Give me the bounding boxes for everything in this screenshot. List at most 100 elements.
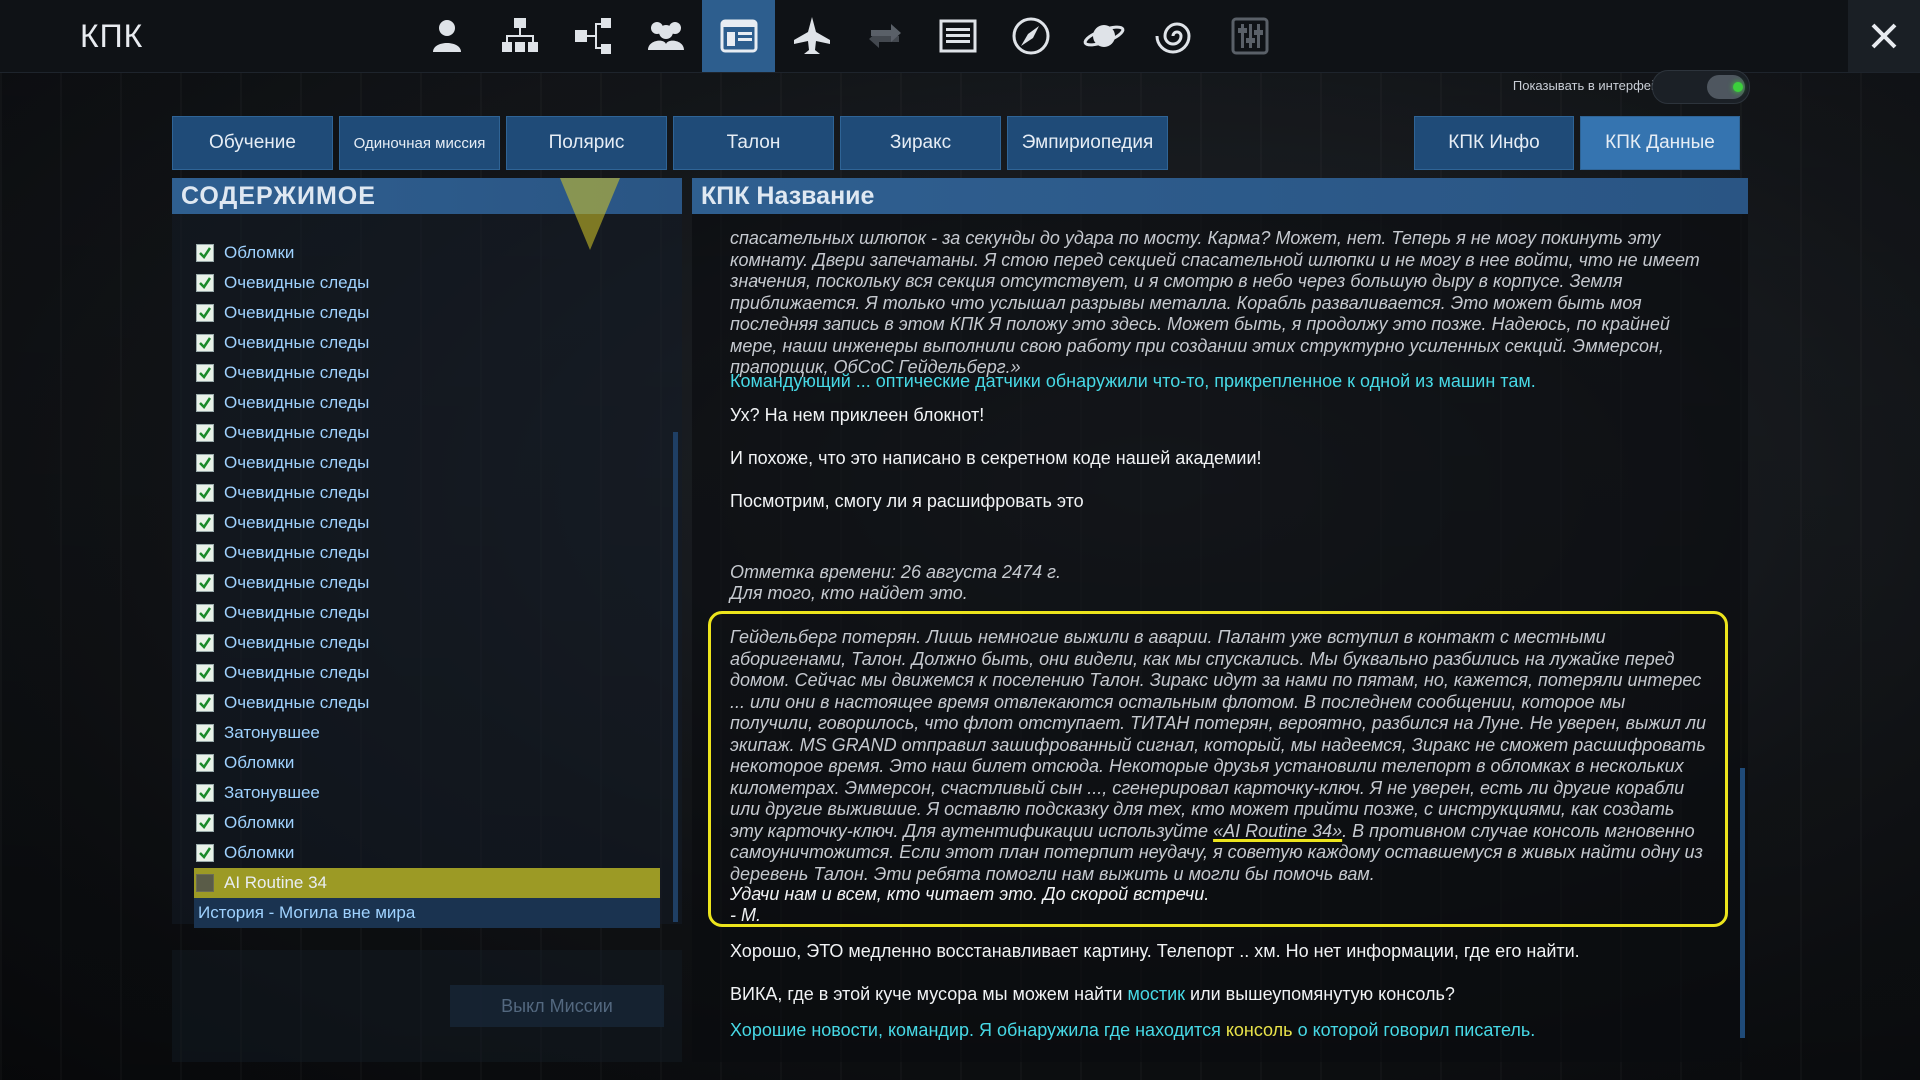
checkbox[interactable] — [196, 634, 214, 652]
pda-paragraph-3: Ух? На нем приклеен блокнот! — [730, 405, 985, 425]
tab-single-mission[interactable]: Одиночная миссия — [339, 116, 500, 170]
network-icon[interactable] — [556, 0, 629, 72]
list-item[interactable]: Очевидные следы — [196, 448, 660, 478]
toggle-on-indicator — [1733, 82, 1743, 92]
list-item[interactable]: Очевидные следы — [196, 298, 660, 328]
checkbox[interactable] — [196, 394, 214, 412]
pda-paragraph-10: Хорошо, ЭТО медленно восстанавливает кар… — [730, 941, 1580, 961]
pda-content-scrollbar[interactable] — [1740, 768, 1745, 1038]
list-item[interactable]: Обломки — [196, 808, 660, 838]
list-item[interactable]: Очевидные следы — [196, 478, 660, 508]
list-item-label: Очевидные следы — [224, 693, 370, 712]
tab-empyriopedia[interactable]: Эмпириопедия — [1007, 116, 1168, 170]
pda-paragraph-11: ВИКА, где в этой куче мусора мы можем на… — [730, 984, 1710, 1006]
list-item[interactable]: Очевидные следы — [196, 688, 660, 718]
mission-off-button[interactable]: Выкл Миссии — [450, 985, 664, 1027]
list-item[interactable]: Очевидные следы — [196, 418, 660, 448]
pda-dedication: Для того, кто найдет это. — [730, 583, 968, 603]
checkbox[interactable] — [196, 784, 214, 802]
console-link[interactable]: консоль — [1226, 1020, 1293, 1040]
hierarchy-icon[interactable] — [483, 0, 556, 72]
pda-view-tabs: КПК Инфо КПК Данные — [1414, 116, 1740, 170]
checkbox[interactable] — [196, 754, 214, 772]
tab-polaris[interactable]: Полярис — [506, 116, 667, 170]
list-item[interactable]: Очевидные следы — [196, 508, 660, 538]
checkbox[interactable] — [196, 484, 214, 502]
profile-icon[interactable] — [410, 0, 483, 72]
checkbox[interactable] — [196, 424, 214, 442]
crew-icon[interactable] — [629, 0, 702, 72]
pda-title: КПК Название — [692, 178, 1748, 214]
top-bar: КПК — [0, 0, 1920, 73]
checkbox[interactable] — [196, 544, 214, 562]
list-item-selected[interactable]: AI Routine 34 — [194, 868, 660, 898]
checkbox[interactable] — [196, 664, 214, 682]
list-item-label: Обломки — [224, 843, 295, 862]
contents-list: Обломки Очевидные следы Очевидные следы Оче… — [194, 238, 660, 928]
list-item-label: Очевидные следы — [224, 303, 370, 322]
ship-icon[interactable] — [775, 0, 848, 72]
checkbox[interactable] — [196, 244, 214, 262]
list-item[interactable]: Затонувшее — [196, 718, 660, 748]
list-icon[interactable] — [921, 0, 994, 72]
planet-icon[interactable] — [1067, 0, 1140, 72]
checkbox[interactable] — [196, 364, 214, 382]
list-item[interactable]: Очевидные следы — [196, 658, 660, 688]
list-item[interactable]: Очевидные следы — [196, 628, 660, 658]
list-item-label: Очевидные следы — [224, 273, 370, 292]
list-item-label: Затонувшее — [224, 783, 320, 802]
pda-browser-icon[interactable] — [702, 0, 775, 72]
checkbox[interactable] — [196, 844, 214, 862]
show-in-interface-toggle[interactable] — [1652, 70, 1750, 104]
story-item-label: История - Могила вне мира — [198, 903, 416, 922]
list-item-label: Очевидные следы — [224, 603, 370, 622]
contents-scrollbar[interactable] — [673, 432, 678, 922]
checkbox[interactable] — [196, 514, 214, 532]
list-item-label: Очевидные следы — [224, 633, 370, 652]
list-item[interactable]: Очевидные следы — [196, 538, 660, 568]
list-item[interactable]: Очевидные следы — [196, 358, 660, 388]
checkbox[interactable] — [196, 274, 214, 292]
app-title: КПК — [80, 18, 144, 54]
checkbox[interactable] — [196, 604, 214, 622]
list-item[interactable]: Очевидные следы — [196, 598, 660, 628]
highlight-box — [708, 611, 1728, 927]
list-item[interactable]: Очевидные следы — [196, 568, 660, 598]
list-item-label: Очевидные следы — [224, 333, 370, 352]
list-item[interactable]: Обломки — [196, 238, 660, 268]
checkbox[interactable] — [196, 334, 214, 352]
swap-icon[interactable] — [848, 0, 921, 72]
bridge-link[interactable]: мостик — [1127, 984, 1185, 1004]
list-item[interactable]: Обломки — [196, 748, 660, 778]
checkbox[interactable] — [196, 574, 214, 592]
tab-training[interactable]: Обучение — [172, 116, 333, 170]
pda-p11-start: ВИКА, где в этой куче мусора мы можем на… — [730, 984, 1128, 1004]
checkbox[interactable] — [196, 874, 214, 892]
list-item[interactable]: Очевидные следы — [196, 268, 660, 298]
show-in-interface-label: Показывать в интерфейсе — [1512, 78, 1672, 93]
pda-paragraph-1: спасательных шлюпок - за секунды до удар… — [730, 228, 1700, 377]
checkbox[interactable] — [196, 694, 214, 712]
tab-zirax[interactable]: Зиракс — [840, 116, 1001, 170]
list-item-label: Затонувшее — [224, 723, 320, 742]
pda-paragraph-2: Командующий ... оптические датчики обнар… — [730, 371, 1536, 391]
list-item[interactable]: Обломки — [196, 838, 660, 868]
list-item-label: Очевидные следы — [224, 663, 370, 682]
tab-pda-info[interactable]: КПК Инфо — [1414, 116, 1574, 170]
checkbox[interactable] — [196, 724, 214, 742]
checkbox[interactable] — [196, 454, 214, 472]
compass-icon[interactable] — [994, 0, 1067, 72]
checkbox[interactable] — [196, 814, 214, 832]
tab-pda-data[interactable]: КПК Данные — [1580, 116, 1740, 170]
list-item[interactable]: Очевидные следы — [196, 388, 660, 418]
close-button[interactable] — [1848, 0, 1920, 72]
pda-paragraph-4: И похоже, что это написано в секретном к… — [730, 448, 1262, 468]
settings-sliders-icon[interactable] — [1213, 0, 1286, 72]
tab-talon[interactable]: Талон — [673, 116, 834, 170]
galaxy-icon[interactable] — [1140, 0, 1213, 72]
list-item-label: Очевидные следы — [224, 393, 370, 412]
story-item[interactable]: История - Могила вне мира — [194, 898, 660, 928]
list-item[interactable]: Затонувшее — [196, 778, 660, 808]
list-item[interactable]: Очевидные следы — [196, 328, 660, 358]
checkbox[interactable] — [196, 304, 214, 322]
